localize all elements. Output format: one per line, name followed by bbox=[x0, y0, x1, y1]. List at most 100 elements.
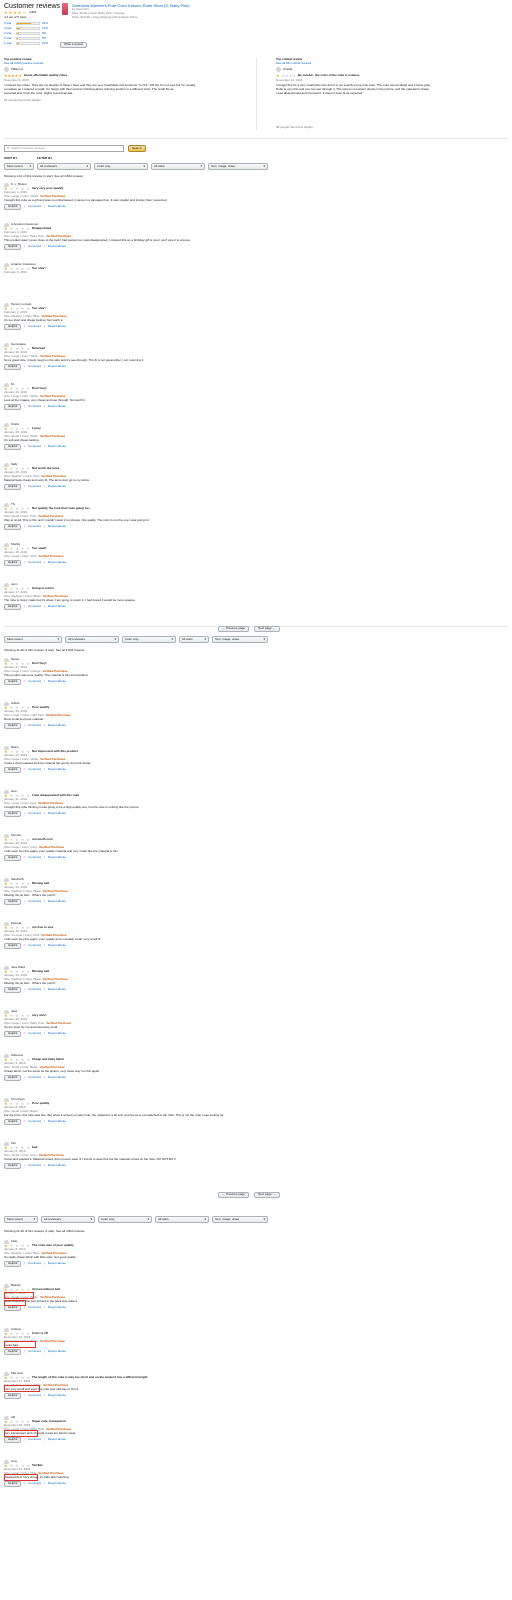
previous-page-button[interactable]: ← Previous page bbox=[218, 626, 250, 632]
helpful-button[interactable]: Helpful bbox=[4, 1118, 22, 1125]
review-title[interactable]: Very very poor quality bbox=[32, 187, 63, 191]
review-title[interactable]: Too small bbox=[32, 547, 46, 551]
see-critical-link[interactable]: See all 911 critical reviews bbox=[276, 61, 311, 66]
comment-link[interactable]: Comment bbox=[28, 943, 41, 948]
comment-link[interactable]: Comment bbox=[28, 723, 41, 728]
comment-link[interactable]: Comment bbox=[28, 811, 41, 816]
review-title[interactable]: Don't buy! bbox=[32, 662, 47, 666]
review-title[interactable]: Color is off bbox=[32, 1332, 48, 1336]
report-abuse-link[interactable]: Report abuse bbox=[48, 855, 66, 860]
comment-link[interactable]: Comment bbox=[28, 1119, 41, 1124]
histogram-bar[interactable] bbox=[16, 22, 40, 25]
product-title[interactable]: Sorenxha Women's Pure Color Kimono Robe … bbox=[72, 3, 190, 8]
report-abuse-link[interactable]: Report abuse bbox=[48, 679, 66, 684]
comment-link[interactable]: Comment bbox=[28, 404, 41, 409]
comment-link[interactable]: Comment bbox=[28, 1261, 41, 1266]
helpful-button[interactable]: Helpful bbox=[4, 1030, 22, 1037]
write-review-button[interactable]: Write a review bbox=[60, 42, 87, 48]
report-abuse-link[interactable]: Report abuse bbox=[48, 1437, 66, 1442]
sort-dropdown[interactable]: Most recent ▾ bbox=[4, 636, 62, 643]
histogram-bar[interactable] bbox=[16, 32, 40, 35]
comment-link[interactable]: Comment bbox=[28, 604, 41, 609]
review-title[interactable]: Arrived without belt bbox=[32, 1288, 60, 1292]
report-abuse-link[interactable]: Report abuse bbox=[48, 1393, 66, 1398]
comment-link[interactable]: Comment bbox=[28, 987, 41, 992]
comment-link[interactable]: Comment bbox=[28, 855, 41, 860]
review-title[interactable]: bad bbox=[32, 1146, 37, 1150]
review-title[interactable]: The length of this robe is way too short… bbox=[32, 1376, 148, 1380]
star-filter[interactable]: All stars ▾ bbox=[151, 163, 205, 170]
report-abuse-link[interactable]: Report abuse bbox=[48, 524, 66, 529]
report-abuse-link[interactable]: Report abuse bbox=[48, 943, 66, 948]
comment-link[interactable]: Comment bbox=[28, 1481, 41, 1486]
helpful-button[interactable]: Helpful bbox=[4, 403, 22, 410]
report-abuse-link[interactable]: Report abuse bbox=[48, 767, 66, 772]
report-abuse-link[interactable]: Report abuse bbox=[48, 1305, 66, 1310]
helpful-button[interactable]: Helpful bbox=[4, 1348, 22, 1355]
review-title[interactable]: Don't buy! bbox=[32, 387, 47, 391]
comment-link[interactable]: Comment bbox=[28, 244, 41, 249]
helpful-button[interactable]: Helpful bbox=[4, 898, 22, 905]
review-title[interactable]: not true to size bbox=[32, 926, 53, 930]
comment-link[interactable]: Comment bbox=[28, 679, 41, 684]
histogram-bar[interactable] bbox=[16, 37, 40, 40]
comment-link[interactable]: Comment bbox=[28, 1163, 41, 1168]
product-image[interactable] bbox=[62, 3, 68, 15]
review-title[interactable]: Not worth the price bbox=[32, 467, 59, 471]
review-title[interactable]: Poor quality bbox=[32, 1102, 49, 1106]
review-title[interactable]: The color was of poor quality bbox=[32, 1244, 74, 1248]
helpful-button[interactable]: Helpful bbox=[4, 559, 22, 566]
review-title[interactable]: Missing belt bbox=[32, 882, 49, 886]
review-title[interactable]: very short bbox=[32, 1014, 47, 1018]
report-abuse-link[interactable]: Report abuse bbox=[48, 604, 66, 609]
comment-link[interactable]: Comment bbox=[28, 1437, 41, 1442]
report-abuse-link[interactable]: Report abuse bbox=[48, 811, 66, 816]
review-title[interactable]: Cheap and baby fabric bbox=[32, 1058, 64, 1062]
review-title[interactable]: Returned bbox=[32, 347, 45, 351]
helpful-button[interactable]: Helpful bbox=[4, 810, 22, 817]
reviewer-filter[interactable]: All reviewers ▾ bbox=[65, 636, 119, 643]
helpful-button[interactable]: Helpful bbox=[4, 443, 22, 450]
helpful-button[interactable]: Helpful bbox=[4, 1162, 22, 1169]
comment-link[interactable]: Comment bbox=[28, 1393, 41, 1398]
histogram-label[interactable]: 2 star bbox=[4, 36, 14, 41]
report-abuse-link[interactable]: Report abuse bbox=[48, 1481, 66, 1486]
helpful-button[interactable]: Helpful bbox=[4, 854, 22, 861]
review-title[interactable]: Great, affordable quality robes bbox=[24, 74, 68, 78]
report-abuse-link[interactable]: Report abuse bbox=[48, 899, 66, 904]
next-page-button[interactable]: Next page → bbox=[254, 1192, 280, 1198]
histogram-label[interactable]: 4 star bbox=[4, 26, 14, 31]
report-abuse-link[interactable]: Report abuse bbox=[48, 987, 66, 992]
media-filter[interactable]: Text, image, video ▾ bbox=[212, 1216, 268, 1223]
histogram-percent[interactable]: 14% bbox=[42, 26, 48, 31]
report-abuse-link[interactable]: Report abuse bbox=[48, 1163, 66, 1168]
report-abuse-link[interactable]: Report abuse bbox=[48, 484, 66, 489]
search-button[interactable]: Search bbox=[128, 145, 146, 152]
review-title[interactable]: Too short bbox=[32, 307, 46, 311]
comment-link[interactable]: Comment bbox=[28, 364, 41, 369]
helpful-button[interactable]: Helpful bbox=[4, 942, 22, 949]
review-title[interactable]: I was disappointed with this robe bbox=[32, 794, 79, 798]
report-abuse-link[interactable]: Report abuse bbox=[48, 723, 66, 728]
helpful-button[interactable]: Helpful bbox=[4, 243, 22, 250]
format-filter[interactable]: Color only ▾ bbox=[98, 1216, 152, 1223]
helpful-button[interactable]: Helpful bbox=[4, 523, 22, 530]
comment-link[interactable]: Comment bbox=[28, 204, 41, 209]
histogram-row[interactable]: 1 star 10% bbox=[4, 41, 48, 46]
report-abuse-link[interactable]: Report abuse bbox=[48, 1075, 66, 1080]
helpful-button[interactable]: Helpful bbox=[4, 1436, 22, 1443]
review-title[interactable]: Lousy bbox=[32, 427, 41, 431]
review-title[interactable]: Terrible bbox=[32, 1464, 43, 1468]
sort-dropdown[interactable]: Most recent ▾ bbox=[4, 1216, 38, 1223]
helpful-button[interactable]: Helpful bbox=[4, 603, 22, 610]
histogram-percent[interactable]: 5% bbox=[42, 36, 46, 41]
reviewer-filter[interactable]: All reviewers ▾ bbox=[37, 163, 91, 170]
report-abuse-link[interactable]: Report abuse bbox=[48, 364, 66, 369]
helpful-button[interactable]: Helpful bbox=[4, 678, 22, 685]
report-abuse-link[interactable]: Report abuse bbox=[48, 1031, 66, 1036]
next-page-button[interactable]: Next page → bbox=[254, 626, 280, 632]
helpful-button[interactable]: Helpful bbox=[4, 986, 22, 993]
helpful-button[interactable]: Helpful bbox=[4, 722, 22, 729]
format-filter[interactable]: Color only ▾ bbox=[94, 163, 148, 170]
comment-link[interactable]: Comment bbox=[28, 444, 41, 449]
